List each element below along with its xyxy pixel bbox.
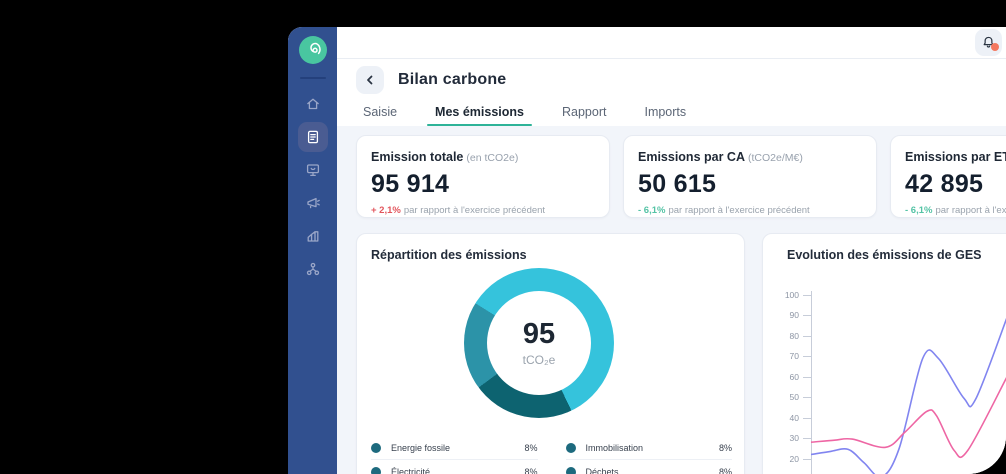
y-tick-mark [803, 377, 811, 378]
legend-item: Immobilisation 8% [566, 436, 733, 460]
y-tick-label: 40 [771, 413, 799, 423]
legend-label: Energie fossile [391, 443, 516, 453]
app-window: Bilan carbone Saisie Mes émissions Rappo… [288, 27, 1006, 474]
stat-delta-value: - 6,1% [638, 205, 665, 216]
main-area: Bilan carbone Saisie Mes émissions Rappo… [337, 27, 1006, 474]
chevron-left-icon [363, 73, 377, 87]
legend-value: 8% [524, 443, 537, 453]
stat-title: Emissions par ETP [905, 150, 1006, 164]
y-tick-mark [803, 336, 811, 337]
y-tick-mark [803, 459, 811, 460]
y-tick-label: 30 [771, 433, 799, 443]
sidebar [288, 27, 337, 474]
donut-legend: Energie fossile 8% Immobilisation 8% Éle [371, 436, 732, 474]
stat-delta-text: par rapport à l'exercice précédent [404, 205, 545, 216]
sidebar-item-home[interactable] [298, 89, 328, 119]
legend-item: Déchets 8% [566, 460, 733, 474]
sidebar-item-bar-chart[interactable] [298, 221, 328, 251]
stat-title: Emissions par CA [638, 150, 745, 164]
legend-value: 8% [719, 467, 732, 474]
legend-dot-icon [371, 443, 381, 453]
stat-title: Emission totale [371, 150, 463, 164]
y-tick-label: 20 [771, 454, 799, 464]
y-tick-label: 70 [771, 351, 799, 361]
legend-label: Électricité [391, 467, 516, 474]
y-tick-label: 60 [771, 372, 799, 382]
sidebar-item-megaphone[interactable] [298, 188, 328, 218]
stat-value: 42 895 [905, 170, 1006, 199]
y-tick-mark [803, 418, 811, 419]
y-tick-label: 90 [771, 310, 799, 320]
y-tick-label: 50 [771, 392, 799, 402]
page-title: Bilan carbone [398, 71, 506, 89]
hierarchy-icon [305, 261, 321, 277]
legend-value: 8% [719, 443, 732, 453]
stat-delta-value: + 2,1% [371, 205, 401, 216]
stat-delta: - 6,1%par rapport à l'exercice précédent [638, 205, 862, 216]
notifications-button[interactable] [975, 29, 1002, 56]
content-area: Emission totale(en tCO2e) 95 914 + 2,1%p… [337, 126, 1006, 474]
stat-delta-text: par rapport à l'exercice précédent [668, 205, 809, 216]
tab-bar: Saisie Mes émissions Rapport Imports [356, 104, 1006, 126]
topbar [337, 27, 1006, 59]
stat-unit: (en tCO2e) [466, 152, 518, 164]
legend-value: 8% [524, 467, 537, 474]
bar-chart-icon [305, 228, 321, 244]
donut-center: 95 tCO₂e [487, 291, 591, 395]
back-button[interactable] [356, 66, 384, 94]
charts-row: Répartition des émissions 95 tCO₂e Energ… [356, 233, 1006, 474]
line-chart [811, 234, 1006, 474]
sidebar-item-document[interactable] [298, 122, 328, 152]
donut-center-value: 95 [523, 320, 555, 349]
donut-chart: 95 tCO₂e [464, 268, 614, 418]
stat-value: 95 914 [371, 170, 595, 199]
y-tick-mark [803, 397, 811, 398]
stat-card-emissions-par-ca: Emissions par CA(tCO2e/M€) 50 615 - 6,1%… [623, 135, 877, 218]
y-tick-mark [803, 315, 811, 316]
legend-dot-icon [371, 467, 381, 474]
notification-badge [991, 43, 999, 51]
sidebar-item-screen[interactable] [298, 155, 328, 185]
tab-mes-emissions[interactable]: Mes émissions [429, 104, 530, 126]
legend-dot-icon [566, 467, 576, 474]
line-chart-card: Evolution des émissions de GES 100908070… [762, 233, 1006, 474]
donut-chart-card: Répartition des émissions 95 tCO₂e Energ… [356, 233, 745, 474]
stat-unit: (tCO2e/M€) [748, 152, 803, 164]
y-tick-label: 100 [771, 290, 799, 300]
y-tick-mark [803, 295, 811, 296]
stat-card-emissions-par-etp: Emissions par ETP(tCO2e/ETP) 42 895 - 6,… [890, 135, 1006, 218]
tab-rapport[interactable]: Rapport [556, 104, 612, 126]
stat-card-emission-totale: Emission totale(en tCO2e) 95 914 + 2,1%p… [356, 135, 610, 218]
series-blue [811, 318, 1006, 474]
sidebar-item-hierarchy[interactable] [298, 254, 328, 284]
donut-chart-title: Répartition des émissions [371, 248, 527, 262]
tab-imports[interactable]: Imports [638, 104, 692, 126]
tab-saisie[interactable]: Saisie [357, 104, 403, 126]
sidebar-divider [300, 77, 326, 79]
swirl-logo-icon [304, 41, 322, 59]
screen-icon [305, 162, 321, 178]
page-header: Bilan carbone Saisie Mes émissions Rappo… [337, 59, 1006, 126]
stat-delta-text: par rapport à l'exercice précédent [935, 205, 1006, 216]
document-icon [305, 129, 321, 145]
legend-item: Energie fossile 8% [371, 436, 538, 460]
donut-center-unit: tCO₂e [523, 353, 556, 367]
home-icon [305, 96, 321, 112]
stat-delta: + 2,1%par rapport à l'exercice précédent [371, 205, 595, 216]
y-tick-mark [803, 356, 811, 357]
y-tick-label: 80 [771, 331, 799, 341]
series-pink [811, 377, 1006, 458]
stat-delta-value: - 6,1% [905, 205, 932, 216]
megaphone-icon [305, 195, 321, 211]
legend-item: Électricité 8% [371, 460, 538, 474]
legend-dot-icon [566, 443, 576, 453]
y-tick-mark [803, 438, 811, 439]
stat-cards-row: Emission totale(en tCO2e) 95 914 + 2,1%p… [356, 135, 1006, 218]
app-logo[interactable] [299, 36, 327, 64]
stat-value: 50 615 [638, 170, 862, 199]
stat-delta: - 6,1%par rapport à l'exercice précédent [905, 205, 1006, 216]
legend-label: Immobilisation [586, 443, 711, 453]
legend-label: Déchets [586, 467, 711, 474]
